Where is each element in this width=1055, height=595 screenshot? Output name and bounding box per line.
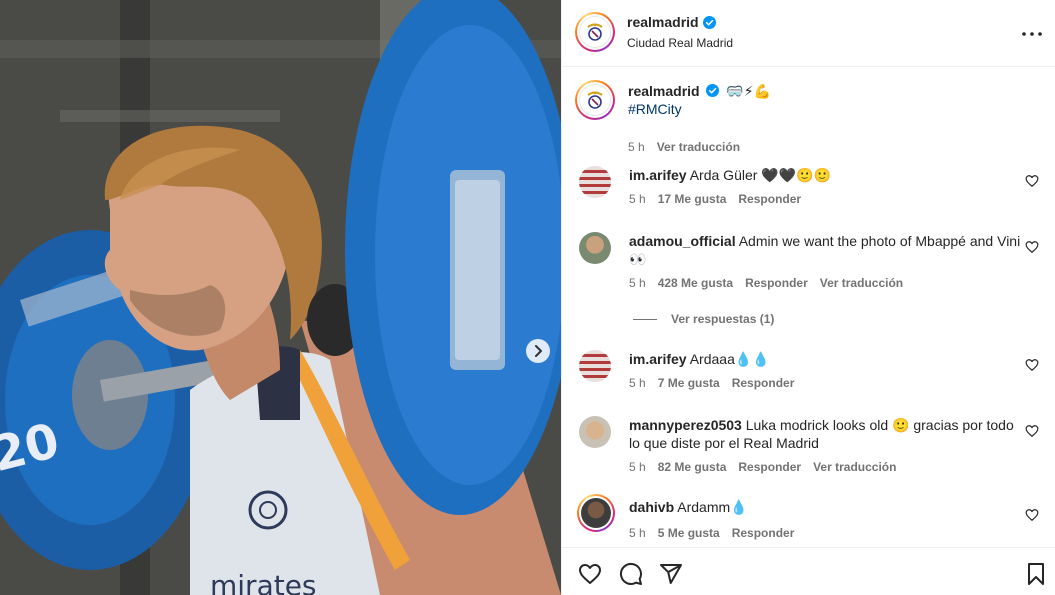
comment-time[interactable]: 5 h [629, 460, 646, 474]
verified-badge-icon [706, 84, 720, 97]
post-photo: 20 mirates [0, 0, 561, 595]
comment-time[interactable]: 5 h [629, 376, 646, 390]
caption-avatar[interactable] [575, 80, 615, 120]
comment-username[interactable]: im.arifey [629, 351, 687, 367]
chevron-right-icon [535, 345, 542, 357]
reply-button[interactable]: Responder [732, 526, 795, 540]
commenter-avatar[interactable] [579, 166, 611, 198]
comment-username[interactable]: mannyperez0503 [629, 417, 742, 433]
commenter-avatar[interactable] [579, 232, 611, 264]
caption-emojis: 🥽⚡💪 [726, 83, 772, 99]
heart-icon[interactable] [1025, 424, 1039, 438]
shirt-text: mirates [210, 569, 317, 595]
commenter-avatar[interactable] [579, 350, 611, 382]
caption-username[interactable]: realmadrid [628, 83, 700, 99]
comment-likes[interactable]: 7 Me gusta [658, 376, 720, 390]
commenter-avatar[interactable] [577, 494, 615, 532]
bookmark-icon[interactable] [1024, 562, 1048, 586]
heart-icon[interactable] [1025, 508, 1039, 522]
comment-text: Arda Güler 🖤🖤🙂🙂 [689, 167, 832, 183]
author-username-text[interactable]: realmadrid [627, 14, 699, 30]
post-header: realmadrid Ciudad Real Madrid [562, 0, 1055, 67]
comment-username[interactable]: dahivb [629, 499, 674, 515]
more-options-button[interactable] [1020, 22, 1044, 46]
comment-likes[interactable]: 5 Me gusta [658, 526, 720, 540]
comment-icon[interactable] [619, 562, 643, 586]
comment-text: Ardaaa💧💧 [689, 351, 770, 367]
comment-username[interactable]: adamou_official [629, 233, 736, 249]
reply-button[interactable]: Responder [738, 192, 801, 206]
real-madrid-crest-icon [587, 91, 603, 109]
commenter-avatar[interactable] [579, 416, 611, 448]
comments-section[interactable]: realmadrid 🥽⚡💪 #RMCity 5 h Ver traducció… [562, 68, 1055, 547]
translate-button[interactable]: Ver traducción [813, 460, 896, 474]
replies-divider [633, 318, 657, 320]
share-icon[interactable] [659, 562, 683, 586]
view-replies-button[interactable]: Ver respuestas (1) [633, 312, 774, 326]
reply-button[interactable]: Responder [732, 376, 795, 390]
next-image-button[interactable] [526, 339, 550, 363]
caption-translate[interactable]: Ver traducción [657, 140, 740, 154]
reply-button[interactable]: Responder [745, 276, 808, 290]
reply-button[interactable]: Responder [738, 460, 801, 474]
comment-likes[interactable]: 82 Me gusta [658, 460, 727, 474]
translate-button[interactable]: Ver traducción [820, 276, 903, 290]
verified-badge-icon [702, 15, 716, 29]
post-location[interactable]: Ciudad Real Madrid [627, 36, 733, 50]
author-avatar[interactable] [575, 12, 615, 52]
caption-hashtag[interactable]: #RMCity [628, 101, 682, 117]
post-media[interactable]: 20 mirates [0, 0, 561, 595]
heart-icon[interactable] [578, 562, 602, 586]
comment-time[interactable]: 5 h [629, 192, 646, 206]
real-madrid-crest-icon [587, 23, 603, 41]
caption-time[interactable]: 5 h [628, 140, 645, 154]
comment-text: Ardamm💧 [677, 499, 748, 515]
heart-icon[interactable] [1025, 358, 1039, 372]
more-options-icon [1022, 32, 1042, 36]
heart-icon[interactable] [1025, 240, 1039, 254]
comment-likes[interactable]: 17 Me gusta [658, 192, 727, 206]
post-details-panel: realmadrid Ciudad Real Madrid realmadrid… [561, 0, 1055, 595]
comment-likes[interactable]: 428 Me gusta [658, 276, 733, 290]
author-username[interactable]: realmadrid [627, 14, 716, 30]
comment-time[interactable]: 5 h [629, 526, 646, 540]
post-actions-bar [562, 547, 1055, 595]
view-replies-label[interactable]: Ver respuestas (1) [671, 312, 774, 326]
heart-icon[interactable] [1025, 174, 1039, 188]
comment-time[interactable]: 5 h [629, 276, 646, 290]
comment-username[interactable]: im.arifey [629, 167, 687, 183]
